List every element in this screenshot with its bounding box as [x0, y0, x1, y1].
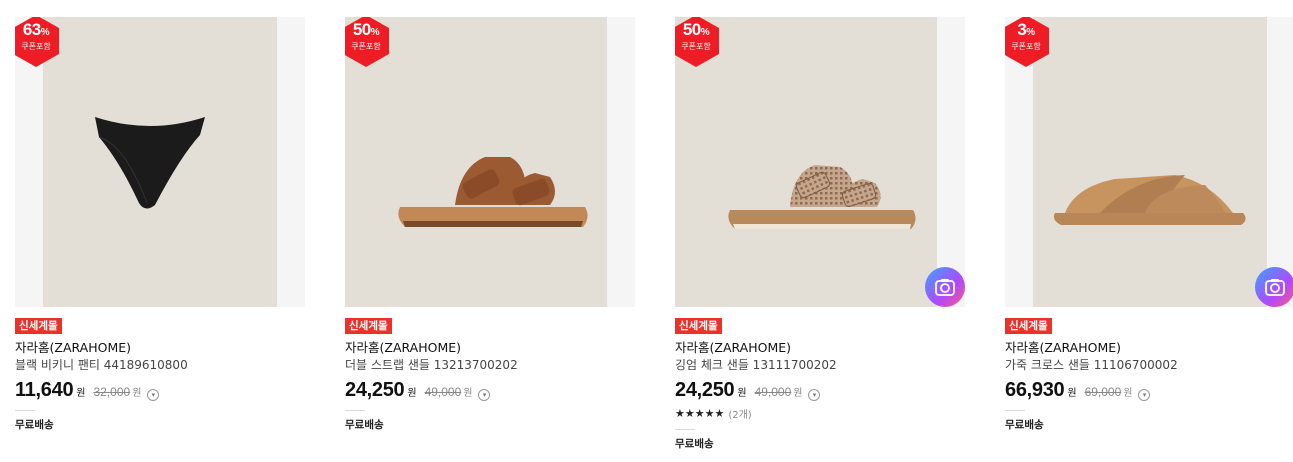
original-price: 69,000 [1084, 385, 1122, 399]
shipping-label: 무료배송 [15, 419, 54, 431]
chevron-down-icon[interactable]: ▾ [147, 389, 160, 401]
store-tag: 신세계몰 [675, 318, 722, 334]
product-image[interactable]: 63% 쿠폰포함 [15, 17, 305, 307]
store-tag: 신세계몰 [345, 318, 392, 334]
divider [15, 410, 35, 411]
shipping-label: 무료배송 [675, 438, 714, 450]
review-count: (2개) [728, 410, 752, 421]
sale-price: 24,250 [345, 379, 405, 401]
price-row: 11,640 원 32,000 원 ▾ [15, 379, 305, 402]
store-tag: 신세계몰 [1005, 318, 1052, 334]
sale-price: 66,930 [1005, 379, 1065, 401]
product-name[interactable]: 깅엄 체크 샌들 13111700202 [675, 356, 965, 374]
price-row: 66,930 원 69,000 원 ▾ [1005, 379, 1293, 402]
chevron-down-icon[interactable]: ▾ [808, 389, 821, 401]
chevron-down-icon[interactable]: ▾ [1138, 389, 1151, 401]
sale-price: 24,250 [675, 379, 735, 401]
original-price: 32,000 [93, 385, 131, 399]
star-icon: ★★★★★ [675, 407, 725, 420]
divider [675, 429, 695, 430]
camera-search-icon[interactable] [1255, 267, 1293, 307]
shipping-label: 무료배송 [345, 419, 384, 431]
sale-price: 11,640 [15, 379, 74, 401]
original-price: 49,000 [754, 385, 792, 399]
divider [1005, 410, 1025, 411]
product-image[interactable]: 50% 쿠폰포함 [675, 17, 965, 307]
product-name[interactable]: 가죽 크로스 샌들 11106700002 [1005, 356, 1293, 374]
product-card[interactable]: 50% 쿠폰포함 신세계몰 자라홈(ZARAHOME) 깅엄 체크 샌들 131… [675, 17, 965, 451]
product-grid: 63% 쿠폰포함 신세계몰 자라홈(ZARAHOME) 블랙 비키니 팬티 44… [0, 0, 1293, 462]
product-card[interactable]: 50% 쿠폰포함 신세계몰 자라홈(ZARAHOME) 더블 스트랩 샌들 13… [345, 17, 635, 432]
cross-sandal-image [1053, 175, 1246, 225]
product-name[interactable]: 블랙 비키니 팬티 44189610800 [15, 356, 305, 374]
product-card[interactable]: 63% 쿠폰포함 신세계몰 자라홈(ZARAHOME) 블랙 비키니 팬티 44… [15, 17, 305, 432]
price-row: 24,250 원 49,000 원 ▾ [345, 379, 635, 402]
original-price: 49,000 [424, 385, 462, 399]
brand-name[interactable]: 자라홈(ZARAHOME) [675, 339, 965, 356]
product-card[interactable]: 3% 쿠폰포함 신세계몰 자라홈(ZARAHOME) 가죽 크로스 샌들 111… [1005, 17, 1293, 432]
product-name[interactable]: 더블 스트랩 샌들 13213700202 [345, 356, 635, 374]
rating[interactable]: ★★★★★ (2개) [675, 406, 965, 421]
price-row: 24,250 원 49,000 원 ▾ [675, 379, 965, 402]
product-image[interactable]: 50% 쿠폰포함 [345, 17, 635, 307]
brand-name[interactable]: 자라홈(ZARAHOME) [345, 339, 635, 356]
camera-search-icon[interactable] [925, 267, 965, 307]
brand-name[interactable]: 자라홈(ZARAHOME) [1005, 339, 1293, 356]
bikini-image [95, 117, 205, 209]
divider [345, 410, 365, 411]
sandal-image [398, 157, 588, 227]
chevron-down-icon[interactable]: ▾ [478, 389, 491, 401]
gingham-sandal-image [728, 165, 916, 229]
brand-name[interactable]: 자라홈(ZARAHOME) [15, 339, 305, 356]
shipping-label: 무료배송 [1005, 419, 1044, 431]
store-tag: 신세계몰 [15, 318, 62, 334]
product-image[interactable]: 3% 쿠폰포함 [1005, 17, 1293, 307]
